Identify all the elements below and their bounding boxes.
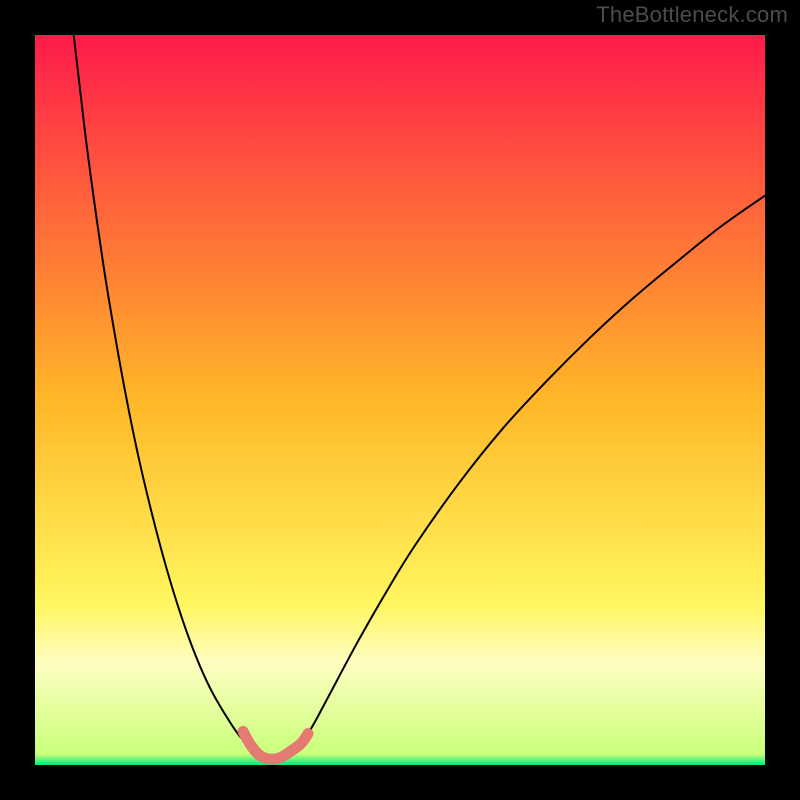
- plot-area: [35, 35, 765, 765]
- chart-background: [35, 35, 765, 765]
- chart-svg: [35, 35, 765, 765]
- chart-stage: TheBottleneck.com: [0, 0, 800, 800]
- watermark-text: TheBottleneck.com: [596, 2, 788, 28]
